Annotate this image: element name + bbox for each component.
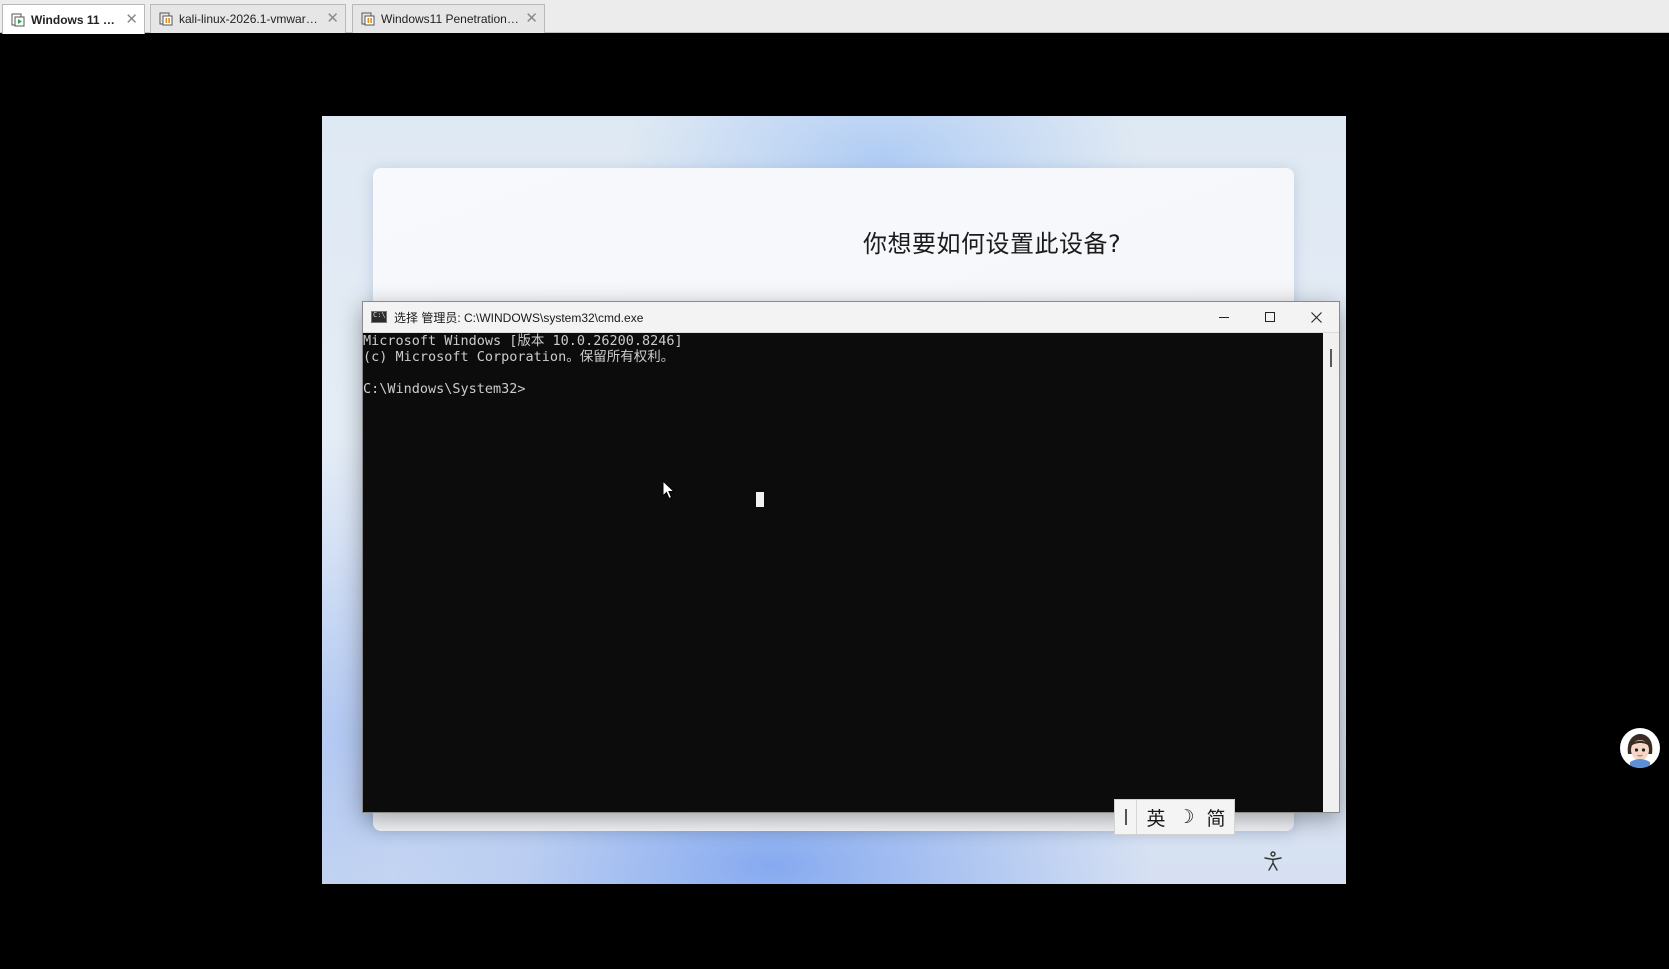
tab-label: Windows11 Penetration Suite ... (381, 12, 519, 26)
console-line: (c) Microsoft Corporation。保留所有权利。 (363, 349, 675, 365)
page-title: 你想要如何设置此设备? (863, 230, 1122, 258)
vm-suspended-icon (361, 12, 375, 26)
ime-drag-handle[interactable] (1125, 809, 1127, 825)
text-cursor (756, 492, 764, 507)
maximize-button[interactable] (1247, 302, 1293, 333)
cmd-titlebar[interactable]: 选择 管理员: C:\WINDOWS\system32\cmd.exe (363, 302, 1339, 333)
tab-windows11-penetration-suite[interactable]: Windows11 Penetration Suite ... ✕ (352, 4, 545, 33)
ime-charset-toggle[interactable]: 简 (1201, 804, 1231, 831)
assistant-avatar[interactable] (1620, 728, 1660, 768)
cmd-window[interactable]: 选择 管理员: C:\WINDOWS\system32\cmd.exe Micr… (362, 301, 1340, 813)
cmd-scrollbar[interactable] (1323, 333, 1339, 812)
close-tab-icon[interactable]: ✕ (525, 11, 538, 26)
tab-windows-11-x64[interactable]: Windows 11 x64 ✕ (2, 4, 145, 34)
console-prompt: C:\Windows\System32> (363, 381, 526, 397)
tab-label: kali-linux-2026.1-vmware-am... (179, 12, 320, 26)
close-button[interactable] (1293, 302, 1339, 333)
close-icon (1310, 311, 1322, 323)
vm-running-icon (11, 13, 25, 27)
ime-punctuation-toggle[interactable]: ☽ (1171, 806, 1201, 828)
ime-toolbar[interactable]: 英 ☽ 简 (1114, 799, 1235, 835)
close-tab-icon[interactable]: ✕ (125, 12, 138, 27)
maximize-icon (1265, 312, 1275, 322)
close-tab-icon[interactable]: ✕ (326, 11, 339, 26)
minimize-button[interactable] (1201, 302, 1247, 333)
scrollbar-thumb[interactable] (1330, 349, 1332, 367)
tab-kali-linux[interactable]: kali-linux-2026.1-vmware-am... ✕ (150, 4, 346, 33)
accessibility-icon[interactable] (1262, 850, 1284, 872)
cmd-console[interactable]: Microsoft Windows [版本 10.0.26200.8246] (… (363, 333, 1324, 812)
avatar-face-icon (1621, 729, 1659, 768)
ime-input-mode-toggle[interactable]: 英 (1141, 804, 1171, 831)
tab-label: Windows 11 x64 (31, 12, 120, 27)
mouse-pointer-icon (662, 480, 676, 500)
window-title: 选择 管理员: C:\WINDOWS\system32\cmd.exe (394, 310, 644, 325)
cmd-app-icon (371, 311, 387, 323)
console-line: Microsoft Windows [版本 10.0.26200.8246] (363, 333, 683, 349)
ime-separator (1136, 799, 1137, 835)
vm-tab-bar: Windows 11 x64 ✕ kali-linux-2026.1-vmwar… (0, 0, 1669, 34)
vm-suspended-icon (159, 12, 173, 26)
minimize-icon (1219, 317, 1229, 318)
